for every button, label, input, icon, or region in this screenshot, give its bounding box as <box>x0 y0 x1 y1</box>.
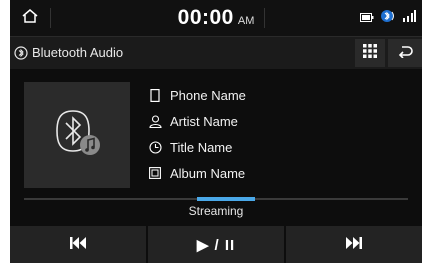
status-divider <box>264 8 265 28</box>
progress-indicator <box>197 197 255 201</box>
previous-track-icon <box>70 236 86 254</box>
artist-icon <box>148 114 162 128</box>
play-pause-label: ▶ / II <box>196 236 236 254</box>
next-button[interactable] <box>286 226 422 263</box>
phone-name: Phone Name <box>170 87 246 103</box>
bluetooth-phone-icon <box>380 9 396 28</box>
title-name-row: Title Name <box>148 134 246 160</box>
streaming-status: Streaming <box>188 204 244 218</box>
battery-icon <box>360 9 374 27</box>
title-name: Title Name <box>170 139 233 155</box>
status-bar: 00:00 AM <box>10 0 422 37</box>
previous-button[interactable] <box>10 226 146 263</box>
signal-icon <box>402 9 416 27</box>
title-icon <box>148 140 162 154</box>
phone-icon <box>148 88 162 102</box>
grid-menu-icon <box>363 43 377 63</box>
playback-progress <box>24 197 408 201</box>
title-bar: Bluetooth Audio <box>10 37 422 69</box>
play-pause-button[interactable]: ▶ / II <box>148 226 284 263</box>
phone-name-row: Phone Name <box>148 82 246 108</box>
playback-controls: ▶ / II <box>10 226 422 263</box>
track-info: Phone Name Artist Name Title Name Album … <box>148 82 246 186</box>
status-icons <box>360 0 416 36</box>
page-title: Bluetooth Audio <box>32 45 124 60</box>
head-unit-screen: 00:00 AM Bluetooth Audio Phone Name Arti… <box>10 0 422 263</box>
album-name: Album Name <box>170 165 246 181</box>
clock-ampm: AM <box>237 15 255 27</box>
next-track-icon <box>346 236 362 254</box>
bluetooth-source-icon <box>14 46 28 65</box>
back-button[interactable] <box>388 39 422 67</box>
album-name-row: Album Name <box>148 160 246 186</box>
album-icon <box>148 166 162 180</box>
menu-button[interactable] <box>355 39 385 67</box>
album-art <box>24 82 130 188</box>
artist-name: Artist Name <box>170 113 238 129</box>
clock-time: 00:00 <box>177 6 234 29</box>
back-icon <box>397 44 413 63</box>
artist-name-row: Artist Name <box>148 108 246 134</box>
bluetooth-music-icon <box>49 105 105 166</box>
